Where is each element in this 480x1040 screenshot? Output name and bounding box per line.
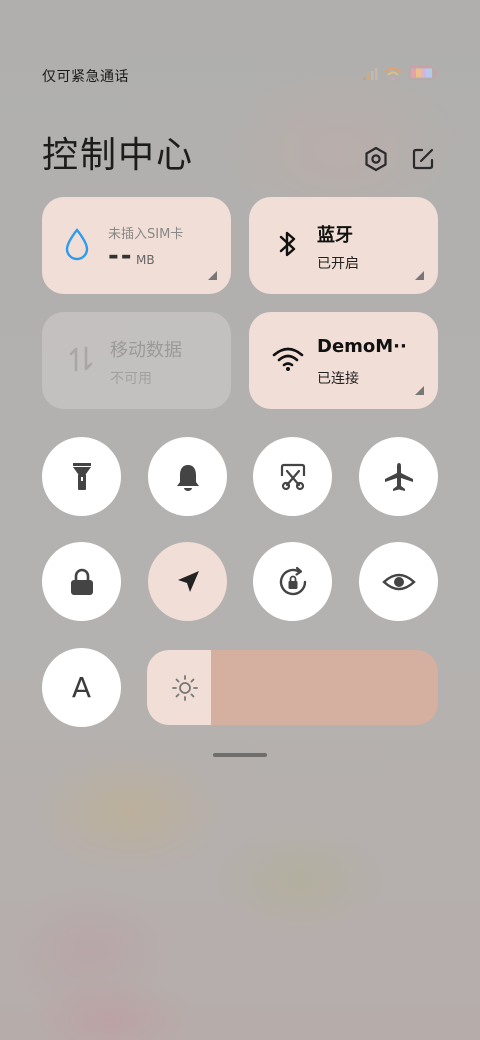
bluetooth-tile[interactable]: 蓝牙 已开启 <box>249 197 438 294</box>
reading-mode-toggle[interactable] <box>359 542 438 621</box>
rotation-lock-icon <box>279 566 306 595</box>
expand-corner-icon <box>415 386 424 395</box>
carrier-status: 仅可紧急通话 <box>42 69 129 85</box>
brightness-slider[interactable] <box>147 650 438 725</box>
mobile-data-status: 不可用 <box>110 371 152 387</box>
settings-button[interactable] <box>362 145 390 173</box>
expand-corner-icon <box>415 271 424 280</box>
expand-corner-icon <box>208 271 217 280</box>
bluetooth-icon <box>271 227 305 261</box>
sim-status-label: 未插入SIM卡 <box>108 227 184 242</box>
bell-icon <box>176 464 199 491</box>
eye-icon <box>381 573 416 590</box>
drag-handle[interactable] <box>213 753 267 757</box>
mobile-data-title: 移动数据 <box>110 340 182 361</box>
lock-icon <box>70 568 93 595</box>
airplane-icon <box>384 462 413 491</box>
flashlight-toggle[interactable] <box>42 437 121 516</box>
wifi-icon <box>384 66 402 85</box>
wifi-tile[interactable]: DemoM·· 已连接 <box>249 312 438 409</box>
mobile-data-icon <box>64 342 98 376</box>
battery-icon <box>408 65 438 85</box>
sun-icon <box>172 675 198 701</box>
wifi-icon <box>271 342 305 376</box>
status-icons <box>362 65 438 85</box>
settings-icon <box>365 146 387 172</box>
signal-icon <box>362 66 378 85</box>
data-usage-unit: MB <box>136 253 155 267</box>
data-usage-value: -- <box>108 241 134 271</box>
bluetooth-title: 蓝牙 <box>317 225 353 246</box>
screenshot-toggle[interactable] <box>253 437 332 516</box>
screenshot-icon <box>280 463 305 490</box>
wifi-network-name: DemoM·· <box>317 336 407 357</box>
edit-button[interactable] <box>409 145 437 173</box>
airplane-mode-toggle[interactable] <box>359 437 438 516</box>
location-toggle[interactable] <box>148 542 227 621</box>
font-size-button[interactable]: A <box>42 648 121 727</box>
data-usage-tile[interactable]: 未插入SIM卡 -- MB <box>42 197 231 294</box>
water-drop-icon <box>60 227 94 261</box>
mobile-data-tile[interactable]: 移动数据 不可用 <box>42 312 231 409</box>
location-icon <box>177 570 199 592</box>
wifi-status: 已连接 <box>317 371 359 387</box>
rotation-lock-toggle[interactable] <box>253 542 332 621</box>
font-size-label: A <box>71 671 92 704</box>
page-title: 控制中心 <box>42 135 195 176</box>
bluetooth-status: 已开启 <box>317 256 359 272</box>
flashlight-icon <box>72 462 91 490</box>
mute-toggle[interactable] <box>148 437 227 516</box>
lock-screen-toggle[interactable] <box>42 542 121 621</box>
edit-icon <box>412 148 434 170</box>
